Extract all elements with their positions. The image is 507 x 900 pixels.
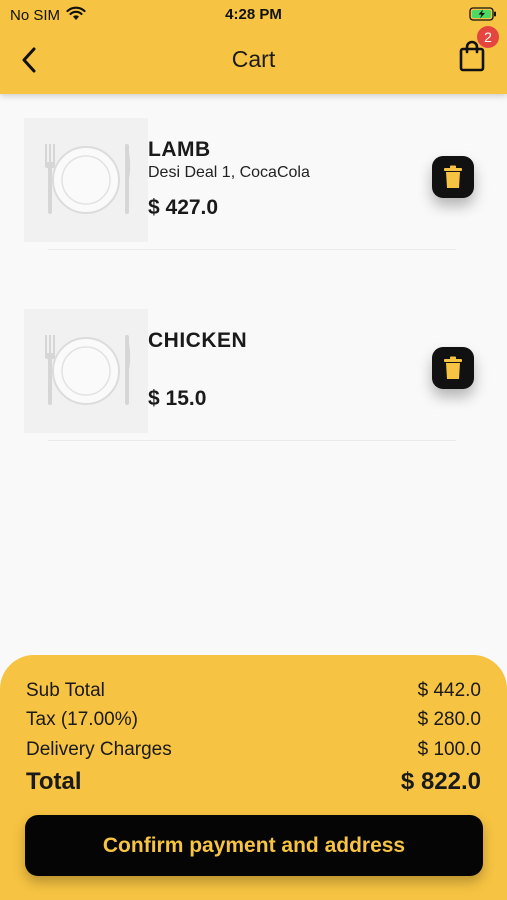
page-title: Cart	[231, 46, 276, 72]
tax-row: Tax (17.00%) $ 280.0	[26, 709, 481, 731]
status-time: 4:28 PM	[225, 6, 282, 23]
cart-count-badge: 2	[477, 26, 499, 48]
confirm-payment-button[interactable]: Confirm payment and address	[25, 815, 483, 876]
cart-button[interactable]: 2	[457, 26, 499, 74]
sub-total-label: Sub Total	[26, 680, 105, 701]
sub-total-value: $ 442.0	[417, 680, 481, 701]
item-description: Desi Deal 1, CocaCola	[148, 164, 310, 181]
plate-cutlery-icon	[24, 309, 148, 433]
delivery-row: Delivery Charges $ 100.0	[26, 739, 481, 761]
total-label: Total	[26, 768, 82, 795]
top-bar: No SIM 4:28 PM Cart 2	[0, 0, 507, 94]
status-bar: No SIM 4:28 PM	[0, 0, 507, 28]
divider	[48, 249, 456, 250]
order-summary-panel: Sub Total $ 442.0 Tax (17.00%) $ 280.0 D…	[0, 655, 507, 900]
trash-icon	[444, 165, 462, 188]
battery-charging-icon	[469, 7, 497, 25]
item-price: $ 15.0	[148, 387, 207, 410]
cart-item: CHICKEN $ 15.0	[24, 309, 474, 439]
trash-icon	[444, 356, 462, 379]
delete-item-button[interactable]	[432, 156, 474, 198]
delivery-value: $ 100.0	[417, 739, 481, 760]
item-name: LAMB	[148, 138, 211, 161]
tax-label: Tax (17.00%)	[26, 709, 138, 730]
delivery-label: Delivery Charges	[26, 739, 172, 760]
divider	[48, 440, 456, 441]
sub-total-row: Sub Total $ 442.0	[26, 680, 481, 702]
nav-bar: Cart 2	[0, 26, 507, 80]
item-price: $ 427.0	[148, 196, 219, 219]
total-value: $ 822.0	[400, 768, 481, 795]
plate-cutlery-icon	[24, 118, 148, 242]
tax-value: $ 280.0	[417, 709, 481, 730]
item-name: CHICKEN	[148, 329, 248, 352]
total-row: Total $ 822.0	[26, 768, 481, 796]
cart-item: LAMB Desi Deal 1, CocaCola $ 427.0	[24, 118, 474, 248]
delete-item-button[interactable]	[432, 347, 474, 389]
